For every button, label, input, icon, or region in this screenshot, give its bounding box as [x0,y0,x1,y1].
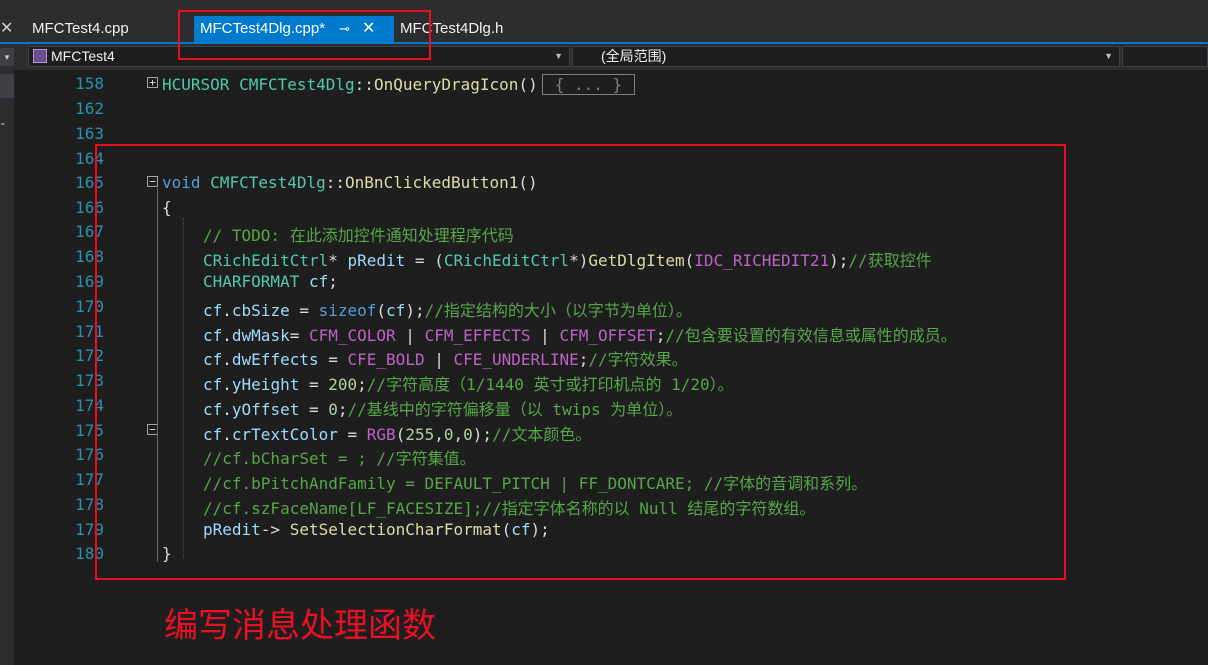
highlight-box-tab [178,10,431,60]
project-label: MFCTest4 [51,48,115,64]
chevron-down-icon[interactable]: ▾ [0,48,14,66]
tab-label: MFCTest4.cpp [32,20,129,37]
line-number: 158 [75,74,104,93]
line-number: 162 [75,99,104,118]
chevron-down-icon: ▼ [554,51,563,61]
member-dropdown[interactable] [1122,46,1208,67]
project-icon [33,49,47,63]
side-tab-glyph[interactable]: ⁃ [0,118,6,131]
chevron-down-icon: ▼ [1104,51,1113,61]
scope-label: (全局范围) [601,48,667,64]
left-tool-strip: ⁃ [0,70,14,665]
toolbox-tab[interactable] [0,74,14,98]
code-line-158[interactable]: HCURSOR CMFCTest4Dlg::OnQueryDragIcon(){… [162,74,636,95]
expand-outline-icon[interactable]: + [147,77,158,88]
scope-dropdown[interactable]: (全局范围) ▼ [572,46,1120,67]
annotation-label: 编写消息处理函数 [164,606,436,646]
line-number: 163 [75,124,104,143]
highlight-box-code [95,144,1066,580]
tab-mfctest4-cpp[interactable]: MFCTest4.cpp [26,16,135,42]
close-icon[interactable]: ✕ [0,18,13,40]
collapsed-block[interactable]: { ... } [541,74,636,95]
